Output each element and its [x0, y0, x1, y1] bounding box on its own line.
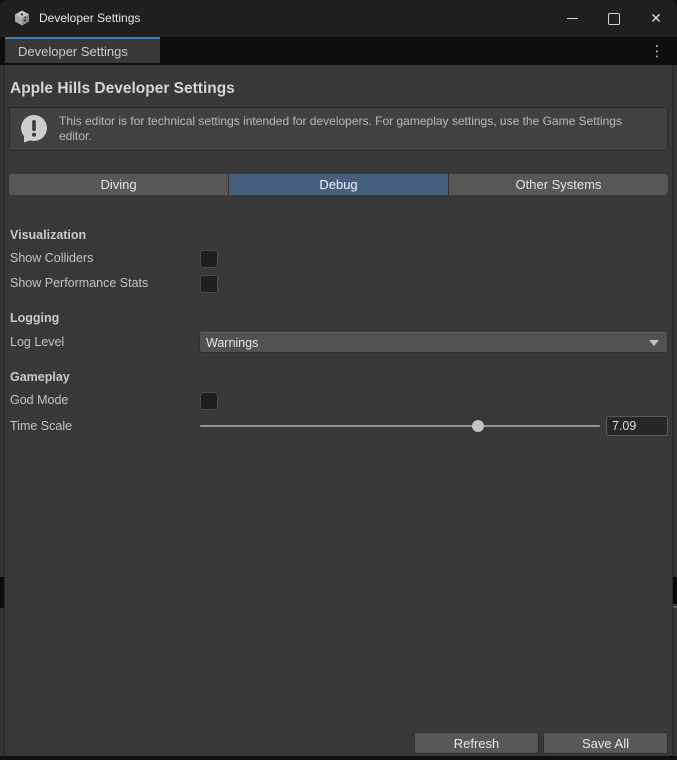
- right-window-edge: [672, 65, 677, 756]
- tab-developer-settings[interactable]: Developer Settings: [5, 37, 160, 63]
- section-logging: Logging: [10, 311, 59, 325]
- developer-settings-window: Developer Settings ✕ Developer Settings …: [0, 0, 677, 756]
- time-scale-field[interactable]: [606, 416, 668, 436]
- maximize-button[interactable]: [593, 0, 635, 37]
- kebab-menu-icon: ⋮: [650, 42, 665, 60]
- background-gap: [0, 577, 4, 608]
- window-title: Developer Settings: [39, 11, 140, 25]
- info-bubble-icon: [18, 113, 50, 145]
- save-all-button[interactable]: Save All: [543, 732, 668, 754]
- titlebar: Developer Settings ✕: [0, 0, 677, 37]
- footer-buttons: Refresh Save All: [414, 732, 668, 754]
- page-title: Apple Hills Developer Settings: [10, 80, 235, 98]
- show-performance-stats-label: Show Performance Stats: [10, 276, 148, 290]
- toolbar-tab-other-systems[interactable]: Other Systems: [448, 174, 668, 195]
- toolbar-tab-label: Diving: [100, 177, 136, 192]
- log-level-dropdown[interactable]: Warnings: [199, 332, 668, 353]
- show-colliders-label: Show Colliders: [10, 251, 93, 265]
- god-mode-label: God Mode: [10, 393, 68, 407]
- tab-label: Developer Settings: [18, 44, 128, 59]
- time-scale-label: Time Scale: [10, 419, 72, 433]
- close-icon: ✕: [650, 10, 662, 27]
- maximize-icon: [608, 13, 620, 25]
- info-helpbox: This editor is for technical settings in…: [9, 107, 668, 151]
- left-window-edge: [0, 65, 5, 756]
- toolbar-tab-debug[interactable]: Debug: [228, 174, 448, 195]
- minimize-button[interactable]: [551, 0, 593, 37]
- show-performance-stats-checkbox[interactable]: [200, 275, 218, 293]
- section-gameplay: Gameplay: [10, 370, 70, 384]
- slider-track[interactable]: [200, 425, 600, 427]
- background-highlight: [673, 606, 677, 608]
- time-scale-slider-thumb[interactable]: [472, 420, 484, 432]
- log-level-label: Log Level: [10, 335, 64, 349]
- background-gap: [673, 577, 677, 604]
- god-mode-checkbox[interactable]: [200, 392, 218, 410]
- content-area: Apple Hills Developer Settings This edit…: [0, 65, 677, 756]
- time-scale-slider[interactable]: [200, 416, 600, 436]
- info-text: This editor is for technical settings in…: [59, 114, 657, 144]
- toolbar-tab-label: Debug: [319, 177, 357, 192]
- close-button[interactable]: ✕: [635, 0, 677, 37]
- minimize-icon: [567, 18, 578, 19]
- chevron-down-icon: [649, 340, 659, 346]
- show-colliders-checkbox[interactable]: [200, 250, 218, 268]
- refresh-button[interactable]: Refresh: [414, 732, 539, 754]
- unity-window-icon: [13, 9, 31, 27]
- log-level-value: Warnings: [206, 336, 649, 350]
- tab-menu-button[interactable]: ⋮: [648, 41, 666, 61]
- section-visualization: Visualization: [10, 228, 86, 242]
- toolbar-tabs: Diving Debug Other Systems: [9, 174, 668, 195]
- editor-tab-bar: Developer Settings ⋮: [0, 37, 677, 65]
- toolbar-tab-label: Other Systems: [516, 177, 602, 192]
- toolbar-tab-diving[interactable]: Diving: [9, 174, 228, 195]
